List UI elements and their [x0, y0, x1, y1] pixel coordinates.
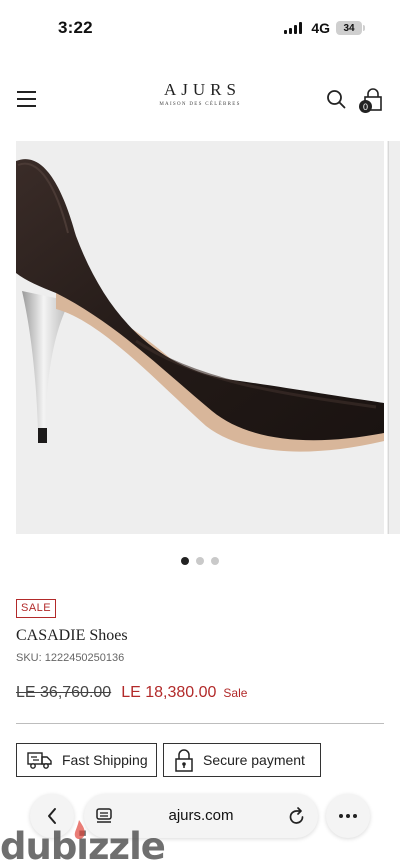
secure-payment-badge: Secure payment	[163, 743, 321, 777]
chevron-left-icon	[48, 808, 56, 824]
url-text: ajurs.com	[168, 807, 234, 824]
logo-subtitle: MAISON DES CÉLÈBRES	[159, 102, 241, 107]
dubizzle-watermark: dubizzle	[0, 820, 166, 868]
secure-payment-label: Secure payment	[203, 752, 305, 768]
store-logo[interactable]: AJURS MAISON DES CÉLÈBRES	[150, 80, 250, 107]
next-image-peek[interactable]	[387, 141, 400, 534]
carousel-dot-2[interactable]	[196, 557, 204, 565]
carousel-dots	[0, 557, 400, 565]
sale-badge: SALE	[16, 599, 57, 618]
carousel-dot-3[interactable]	[211, 557, 219, 565]
reload-icon[interactable]	[288, 806, 306, 826]
status-time: 3:22	[58, 18, 93, 37]
carousel-dot-1[interactable]	[181, 557, 189, 565]
more-options-button[interactable]	[326, 794, 370, 838]
status-bar: 3:22 4G 34	[0, 0, 400, 60]
cellular-signal-icon	[284, 22, 303, 34]
fast-shipping-badge: Fast Shipping	[16, 743, 157, 777]
product-sku: SKU: 1222450250136	[16, 652, 125, 664]
store-header: AJURS MAISON DES CÉLÈBRES 0	[0, 78, 400, 122]
fast-shipping-label: Fast Shipping	[62, 752, 148, 768]
price-row: LE 36,760.00 LE 18,380.00 Sale	[16, 684, 247, 702]
sale-label: Sale	[223, 686, 248, 700]
logo-title: AJURS	[164, 80, 241, 99]
divider	[16, 723, 384, 724]
original-price: LE 36,760.00	[16, 684, 112, 701]
flame-logo-icon	[74, 820, 85, 839]
cart-count-badge: 0	[359, 100, 372, 113]
delivery-truck-icon	[27, 752, 52, 769]
product-image[interactable]	[16, 141, 384, 534]
product-title: CASADIE Shoes	[16, 627, 128, 644]
battery-level: 34	[343, 22, 355, 34]
status-indicators: 4G 34	[284, 20, 365, 36]
network-type: 4G	[311, 20, 330, 36]
hamburger-menu-icon[interactable]	[17, 91, 36, 107]
pump-shoe-illustration	[16, 159, 384, 452]
search-icon[interactable]	[326, 89, 346, 109]
padlock-icon	[175, 749, 193, 772]
sale-price: LE 18,380.00	[121, 684, 217, 701]
battery-icon: 34	[336, 21, 365, 35]
